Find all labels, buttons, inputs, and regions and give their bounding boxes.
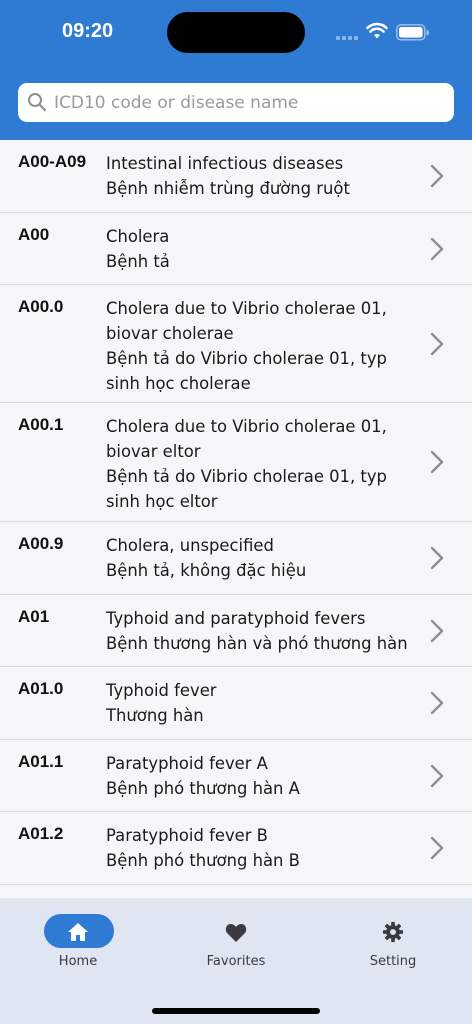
list-item[interactable]: A01.0 Typhoid fever Thương hàn — [0, 667, 472, 740]
item-description: Paratyphoid fever A Bệnh phó thương hàn … — [106, 754, 300, 798]
tab-label: Home — [58, 954, 98, 969]
item-code: A01 — [18, 607, 50, 626]
tab-bar: Home Favorites Setting — [0, 898, 472, 1024]
battery-icon — [396, 24, 429, 41]
list-item[interactable]: A00.1 Cholera due to Vibrio cholerae 01,… — [0, 403, 472, 522]
heart-icon — [225, 923, 247, 942]
item-description: Typhoid and paratyphoid fevers Bệnh thươ… — [106, 609, 408, 653]
item-description: Cholera Bệnh tả — [106, 227, 170, 271]
item-description: Paratyphoid fever B Bệnh phó thương hàn … — [106, 826, 300, 870]
item-code: A01.0 — [18, 679, 64, 698]
item-code: A01.1 — [18, 752, 64, 771]
home-indicator — [152, 1008, 320, 1014]
chevron-right-icon — [430, 164, 444, 188]
gear-icon — [382, 921, 404, 943]
chevron-right-icon — [430, 691, 444, 715]
cellular-signal-icon — [336, 32, 360, 40]
icd10-list[interactable]: A00-A09 Intestinal infectious diseases B… — [0, 140, 472, 898]
home-icon — [68, 923, 88, 941]
search-icon — [28, 93, 47, 112]
list-item[interactable]: A00.9 Cholera, unspecified Bệnh tả, khôn… — [0, 522, 472, 595]
list-item[interactable]: A01.2 Paratyphoid fever B Bệnh phó thươn… — [0, 812, 472, 885]
item-code: A00.9 — [18, 534, 64, 553]
item-code: A00-A09 — [18, 152, 87, 171]
tab-label: Setting — [369, 954, 417, 969]
item-description: Cholera, unspecified Bệnh tả, không đặc … — [106, 536, 307, 580]
app-header: 09:20 — [0, 0, 472, 140]
status-time: 09:20 — [62, 20, 114, 42]
search-input[interactable] — [54, 83, 444, 122]
chevron-right-icon — [430, 836, 444, 860]
item-description: Typhoid fever Thương hàn — [106, 681, 217, 725]
item-code: A00.0 — [18, 297, 64, 316]
list-item[interactable]: A00-A09 Intestinal infectious diseases B… — [0, 140, 472, 213]
list-item[interactable]: A00.0 Cholera due to Vibrio cholerae 01,… — [0, 285, 472, 403]
tab-setting[interactable]: Setting — [333, 914, 453, 974]
wifi-icon — [366, 22, 388, 39]
list-item[interactable]: A01 Typhoid and paratyphoid fevers Bệnh … — [0, 595, 472, 667]
item-description: Cholera due to Vibrio cholerae 01, biova… — [106, 417, 387, 511]
list-item[interactable]: A01.1 Paratyphoid fever A Bệnh phó thươn… — [0, 740, 472, 812]
item-description: Intestinal infectious diseases Bệnh nhiễ… — [106, 154, 350, 198]
item-code: A00 — [18, 225, 50, 244]
chevron-right-icon — [430, 619, 444, 643]
chevron-right-icon — [430, 546, 444, 570]
chevron-right-icon — [430, 332, 444, 356]
chevron-right-icon — [430, 764, 444, 788]
chevron-right-icon — [430, 237, 444, 261]
dynamic-island — [167, 12, 305, 53]
item-code: A00.1 — [18, 415, 64, 434]
item-code: A01.2 — [18, 824, 64, 843]
tab-label: Favorites — [206, 954, 266, 969]
search-bar[interactable] — [18, 83, 454, 122]
item-description: Cholera due to Vibrio cholerae 01, biova… — [106, 299, 387, 393]
chevron-right-icon — [430, 450, 444, 474]
list-item[interactable]: A00 Cholera Bệnh tả — [0, 213, 472, 285]
tab-home[interactable]: Home — [18, 914, 138, 974]
tab-favorites[interactable]: Favorites — [176, 914, 296, 974]
